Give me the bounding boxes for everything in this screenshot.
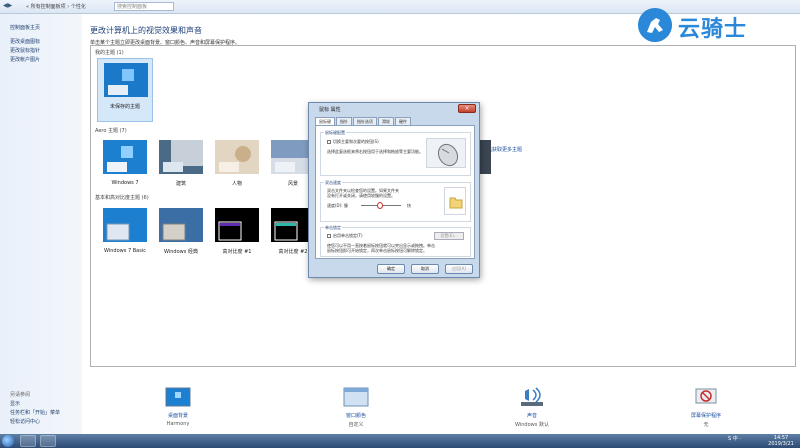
theme-high-contrast-1[interactable]: 高对比度 #1 bbox=[209, 204, 265, 268]
theme-label: Windows 7 Basic bbox=[104, 248, 146, 254]
setting-title[interactable]: 窗口颜色 bbox=[316, 412, 396, 419]
yunqishi-logo: 云骑士 bbox=[638, 8, 788, 44]
ime-indicator[interactable]: S 中 · bbox=[728, 436, 741, 442]
close-button[interactable]: × bbox=[458, 104, 476, 113]
breadcrumb[interactable]: « 所有控制面板项 › 个性化 bbox=[26, 3, 86, 10]
group-title: 单击锁定 bbox=[324, 225, 342, 231]
checkbox-icon bbox=[327, 140, 331, 144]
theme-people[interactable]: 人物 bbox=[209, 136, 265, 200]
aero-themes-label: Aero 主题 (7) bbox=[95, 128, 127, 134]
theme-label: 建筑 bbox=[175, 181, 186, 187]
click-lock-desc-2: 鼠标按钮即可开始锁定，再次单击鼠标按钮可解除锁定。 bbox=[327, 248, 427, 253]
see-also-title: 另请参阅 bbox=[10, 392, 31, 398]
group-title: 双击速度 bbox=[324, 180, 342, 186]
basic-themes-label: 基本和高对比度主题 (6) bbox=[95, 195, 149, 201]
system-tray[interactable]: S 中 · bbox=[728, 435, 741, 447]
mouse-icon bbox=[437, 143, 459, 167]
left-pane: 控制面板主页 更改桌面图标 更改鼠标指针 更改帐户图片 另请参阅 显示 任务栏和… bbox=[0, 14, 82, 434]
switch-buttons-checkbox[interactable]: 切换主要和次要的按钮(S) bbox=[327, 139, 379, 145]
checkbox-label: 切换主要和次要的按钮(S) bbox=[333, 139, 379, 144]
slider-thumb[interactable] bbox=[377, 202, 383, 209]
mouse-image bbox=[426, 138, 466, 168]
theme-thumbnail bbox=[215, 140, 259, 174]
theme-thumbnail bbox=[103, 140, 147, 174]
theme-windows7[interactable]: Windows 7 bbox=[97, 136, 153, 200]
window-color-setting[interactable]: 窗口颜色 自定义 bbox=[316, 382, 396, 428]
dialog-tabs: 鼠标键 指针 指针选项 滑轮 硬件 bbox=[315, 117, 412, 126]
theme-label: 人物 bbox=[231, 181, 242, 187]
taskbar-app-explorer[interactable] bbox=[20, 435, 36, 447]
setting-value: Windows 默认 bbox=[515, 422, 549, 428]
theme-label: 高对比度 #1 bbox=[222, 249, 252, 255]
window-color-icon bbox=[343, 387, 369, 407]
double-click-desc-2: 没有打开或关闭，请使用较慢的设置。 bbox=[327, 193, 395, 198]
dialog-titlebar[interactable]: 鼠标 属性 × bbox=[309, 103, 479, 115]
theme-windows7-basic[interactable]: Windows 7 Basic bbox=[97, 204, 153, 268]
start-button[interactable] bbox=[2, 435, 14, 447]
setting-value: 无 bbox=[703, 422, 709, 428]
theme-thumbnail bbox=[215, 208, 259, 242]
taskbar: S 中 · bbox=[0, 434, 800, 448]
screensaver-setting[interactable]: 屏幕保护程序 无 bbox=[666, 382, 746, 428]
change-mouse-pointers-link[interactable]: 更改鼠标指针 bbox=[10, 47, 40, 54]
theme-windows-classic[interactable]: Windows 经典 bbox=[153, 204, 209, 268]
click-lock-checkbox[interactable]: 启用单击锁定(T) bbox=[327, 233, 363, 239]
cancel-button[interactable]: 取消 bbox=[411, 264, 439, 274]
page-title: 更改计算机上的视觉效果和声音 bbox=[90, 26, 202, 35]
theme-thumbnail bbox=[104, 63, 148, 97]
test-folder[interactable] bbox=[444, 187, 466, 215]
mouse-properties-dialog: 鼠标 属性 × 鼠标键 指针 指针选项 滑轮 硬件 鼠标键配置 切换主要和次要的按钮(S… bbox=[308, 102, 480, 278]
fast-label: 快 bbox=[407, 203, 411, 208]
double-click-group: 双击速度 双击文件夹以检查您的设置。如果文件夹 没有打开或关闭，请使用较慢的设置… bbox=[320, 180, 471, 222]
theme-label: Windows 经典 bbox=[164, 249, 198, 255]
my-themes-label: 我的主题 (1) bbox=[95, 50, 124, 56]
theme-architecture[interactable]: 建筑 bbox=[153, 136, 209, 200]
button-config-group: 鼠标键配置 切换主要和次要的按钮(S) 选择此复选框来将右按钮用于选择和拖放等主… bbox=[320, 130, 471, 176]
setting-title[interactable]: 桌面背景 bbox=[138, 412, 218, 419]
theme-thumbnail bbox=[103, 208, 147, 242]
theme-label: 未保存的主题 bbox=[109, 104, 140, 110]
see-also-taskbar-link[interactable]: 任务栏和「开始」菜单 bbox=[10, 409, 60, 416]
see-also-display-link[interactable]: 显示 bbox=[10, 400, 20, 407]
back-forward-icon[interactable]: ◀▶ bbox=[3, 2, 12, 9]
checkbox-icon bbox=[327, 234, 331, 238]
speed-label: 速度(D): 慢 bbox=[327, 203, 348, 208]
desktop-background-icon bbox=[165, 387, 191, 407]
theme-thumbnail bbox=[159, 208, 203, 242]
sound-setting[interactable]: 声音 Windows 默认 bbox=[492, 382, 572, 428]
apply-button[interactable]: 应用(A) bbox=[445, 264, 473, 274]
sound-icon bbox=[521, 387, 543, 406]
desktop-background-setting[interactable]: 桌面背景 Harmony bbox=[138, 382, 218, 427]
dialog-title: 鼠标 属性 bbox=[319, 107, 341, 113]
folder-icon bbox=[449, 197, 463, 209]
click-lock-group: 单击锁定 启用单击锁定(T) 设置(E)... 使您可以不用一直按着鼠标按钮就可… bbox=[320, 225, 471, 257]
clock[interactable]: 14:57 2019/3/21 bbox=[762, 434, 800, 448]
click-lock-settings-button[interactable]: 设置(E)... bbox=[434, 232, 464, 240]
theme-thumbnail bbox=[159, 140, 203, 174]
double-click-speed-slider[interactable] bbox=[361, 202, 401, 209]
setting-title[interactable]: 屏幕保护程序 bbox=[666, 412, 746, 419]
settings-bar: 桌面背景 Harmony 窗口颜色 自定义 声音 Windows 默认 屏幕保护… bbox=[82, 382, 800, 434]
theme-unsaved[interactable]: 未保存的主题 bbox=[97, 58, 153, 122]
knight-horse-icon bbox=[638, 8, 672, 42]
taskbar-app-control-panel[interactable] bbox=[40, 435, 56, 447]
screensaver-icon bbox=[695, 388, 717, 404]
checkbox-label: 启用单击锁定(T) bbox=[333, 233, 363, 238]
search-input[interactable]: 搜索控制面板 bbox=[114, 2, 174, 11]
ok-button[interactable]: 确定 bbox=[377, 264, 405, 274]
clock-date: 2019/3/21 bbox=[768, 441, 794, 447]
change-desktop-icons-link[interactable]: 更改桌面图标 bbox=[10, 38, 40, 45]
setting-value: Harmony bbox=[166, 421, 190, 427]
tab-panel: 鼠标键配置 切换主要和次要的按钮(S) 选择此复选框来将右按钮用于选择和拖放等主… bbox=[315, 125, 475, 259]
group-title: 鼠标键配置 bbox=[324, 130, 346, 136]
see-also-ease-of-access-link[interactable]: 轻松访问中心 bbox=[10, 418, 40, 425]
theme-label: Windows 7 bbox=[111, 180, 139, 186]
setting-title[interactable]: 声音 bbox=[492, 412, 572, 419]
setting-value: 自定义 bbox=[348, 422, 364, 428]
control-panel-home-link[interactable]: 控制面板主页 bbox=[10, 24, 40, 31]
change-account-picture-link[interactable]: 更改帐户图片 bbox=[10, 56, 40, 63]
logo-text: 云骑士 bbox=[678, 17, 748, 42]
button-config-desc: 选择此复选框来将右按钮用于选择和拖放等主要功能。 bbox=[327, 149, 423, 154]
